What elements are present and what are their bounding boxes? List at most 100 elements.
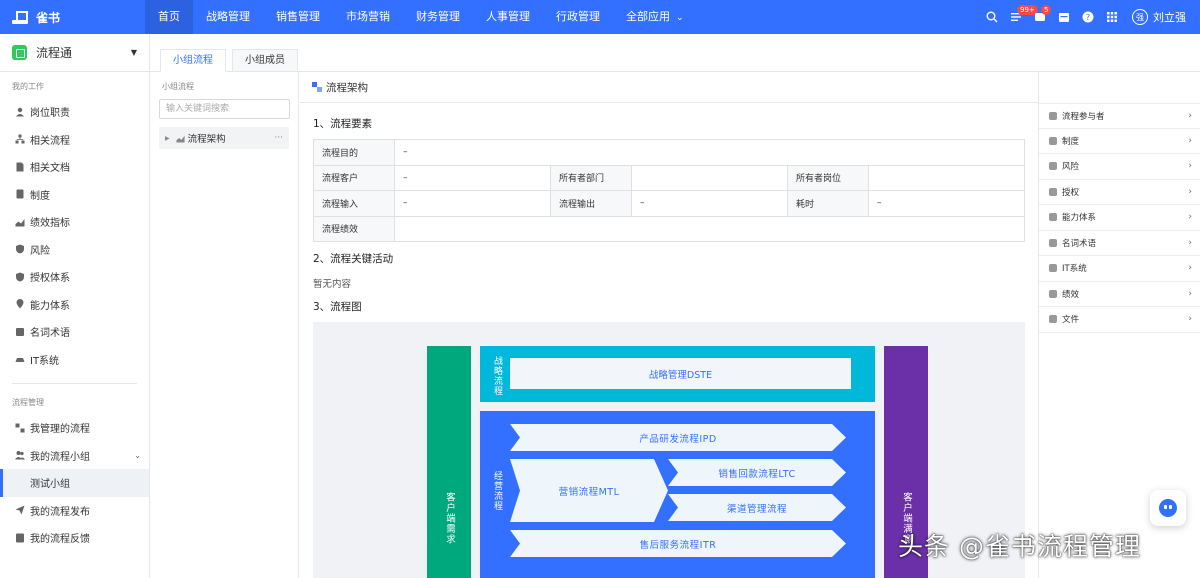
process-elements-table: 流程目的 – 流程客户 – 所有者部门 所有者岗位 流程输入 – 流程输出 – …	[313, 139, 1025, 242]
cell-value: –	[631, 190, 788, 217]
top-navbar: 雀书 首页 战略管理 销售管理 市场营销 财务管理 人事管理 行政管理 全部应用…	[0, 0, 1200, 34]
nav-finance[interactable]: 财务管理	[403, 0, 473, 34]
sidebar-item-label: 能力体系	[30, 300, 70, 312]
sidebar-item-risk[interactable]: 风险	[0, 236, 149, 264]
sidebar-item-my-process-release[interactable]: 我的流程发布	[0, 497, 149, 525]
strategy-dste-box[interactable]: 战略管理DSTE	[510, 358, 851, 389]
apps-grid-icon[interactable]	[1100, 0, 1124, 34]
todo-icon[interactable]: 99+	[1004, 0, 1038, 34]
sidebar-item-rules[interactable]: 制度	[0, 181, 149, 209]
sidebar-item-label: IT系统	[30, 355, 60, 367]
sidebar-item-related-process[interactable]: 相关流程	[0, 126, 149, 154]
calendar-icon[interactable]	[1052, 0, 1076, 34]
sidebar-item-job-duties[interactable]: 岗位职责	[0, 98, 149, 126]
shield-check-icon	[15, 272, 25, 282]
brand[interactable]: 雀书	[0, 0, 145, 34]
tab-bar: 小组流程 小组成员	[150, 34, 1200, 72]
panel-item-label: 授权	[1062, 187, 1080, 198]
keyword-search-input[interactable]	[159, 99, 290, 119]
panel-item-risk[interactable]: 风险 ›	[1039, 154, 1200, 180]
cell-label: 流程目的	[313, 139, 395, 166]
table-row: 流程输入 – 流程输出 – 耗时 –	[313, 190, 1025, 217]
sidebar-item-label: 岗位职责	[30, 108, 70, 120]
brand-logo-icon	[12, 10, 28, 24]
nav-sales[interactable]: 销售管理	[263, 0, 333, 34]
sidebar-item-label: 风险	[30, 245, 50, 257]
sidebar-item-my-managed-process[interactable]: 我管理的流程	[0, 414, 149, 442]
panel-item-label: 绩效	[1062, 289, 1080, 300]
cell-value	[868, 164, 1025, 191]
person-icon	[15, 107, 25, 117]
sidebar-item-label: 绩效指标	[30, 218, 70, 230]
ipd-process-arrow[interactable]: 产品研发流程IPD	[510, 424, 846, 451]
search-icon[interactable]	[980, 0, 1004, 34]
cell-label: 所有者岗位	[787, 164, 869, 191]
panel-item-files[interactable]: 文件 ›	[1039, 307, 1200, 333]
chevron-right-icon: ›	[1188, 263, 1192, 274]
send-icon	[15, 505, 25, 515]
sidebar-item-related-docs[interactable]: 相关文档	[0, 153, 149, 181]
panel-item-label: 流程参与者	[1062, 111, 1105, 122]
operations-process-label: 经营流程	[492, 471, 502, 511]
tab-group-process[interactable]: 小组流程	[160, 49, 226, 72]
nav-admin[interactable]: 行政管理	[543, 0, 613, 34]
panel-item-authorization[interactable]: 授权 ›	[1039, 180, 1200, 205]
panel-item-it-system[interactable]: IT系统 ›	[1039, 256, 1200, 282]
chevron-right-icon: ›	[1188, 135, 1192, 146]
sidebar-item-my-process-feedback[interactable]: 我的流程反馈	[0, 524, 149, 552]
assistant-bot-button[interactable]	[1150, 490, 1186, 526]
panel-item-glossary[interactable]: 名词术语 ›	[1039, 231, 1200, 256]
user-menu[interactable]: 强 刘立强	[1132, 9, 1186, 25]
help-icon[interactable]: ?	[1076, 0, 1100, 34]
panel-item-capability[interactable]: 能力体系 ›	[1039, 205, 1200, 231]
ltc-process-arrow[interactable]: 销售回款流程LTC	[668, 459, 846, 486]
server-icon	[1049, 264, 1057, 273]
message-icon[interactable]: 5	[1028, 0, 1052, 34]
mtl-process-arrow[interactable]: 营销流程MTL	[510, 459, 668, 522]
panel-item-performance[interactable]: 绩效 ›	[1039, 282, 1200, 307]
customer-demand-label: 客户端需求	[444, 492, 455, 545]
rules-icon	[15, 189, 25, 199]
customer-demand-column[interactable]: 客户端需求	[427, 346, 471, 578]
nav-all-apps[interactable]: 全部应用 ⌄	[613, 0, 697, 34]
sidebar-item-authorization[interactable]: 授权体系	[0, 263, 149, 291]
feedback-icon	[15, 533, 25, 543]
sidebar-item-capability[interactable]: 能力体系	[0, 291, 149, 319]
avatar: 强	[1132, 9, 1148, 25]
info-icon	[15, 327, 25, 337]
channel-process-arrow[interactable]: 渠道管理流程	[668, 494, 846, 521]
cloud-icon	[15, 354, 25, 364]
app-switcher[interactable]: 流程通 ▼	[0, 34, 149, 72]
bot-icon	[1159, 499, 1177, 517]
sidebar: 流程通 ▼ 我的工作 岗位职责 相关流程 相关文档 制度 绩效指标 风险 授权体…	[0, 34, 150, 578]
tab-group-members[interactable]: 小组成员	[232, 49, 298, 71]
expand-triangle-icon[interactable]: ▶	[165, 135, 170, 142]
chevron-right-icon: ›	[1188, 186, 1192, 197]
brand-name: 雀书	[36, 10, 61, 25]
section-key-activities: 2、流程关键活动	[313, 253, 394, 265]
itr-process-arrow[interactable]: 售后服务流程ITR	[510, 530, 846, 557]
sidebar-item-label: 名词术语	[30, 328, 70, 340]
tree-item-process-architecture[interactable]: ▶ 流程架构 ···	[159, 127, 289, 149]
shield-icon	[15, 244, 25, 254]
more-options-icon[interactable]: ···	[274, 133, 283, 143]
nav-hr[interactable]: 人事管理	[473, 0, 543, 34]
chevron-right-icon: ›	[1188, 288, 1192, 299]
sidebar-item-my-process-group[interactable]: 我的流程小组 ⌄	[0, 442, 149, 470]
group-panel-title: 小组流程	[162, 82, 194, 91]
sidebar-item-kpi[interactable]: 绩效指标	[0, 208, 149, 236]
panel-item-participants[interactable]: 流程参与者 ›	[1039, 103, 1200, 129]
sidebar-divider	[12, 383, 137, 384]
user-name: 刘立强	[1153, 11, 1186, 24]
nav-marketing[interactable]: 市场营销	[333, 0, 403, 34]
svg-text:?: ?	[1086, 13, 1090, 22]
strategy-process-label: 战略流程	[492, 356, 502, 396]
sidebar-item-test-group[interactable]: 测试小组	[0, 469, 149, 497]
architecture-icon	[176, 135, 185, 143]
panel-item-rules[interactable]: 制度 ›	[1039, 129, 1200, 154]
sidebar-item-glossary[interactable]: 名词术语	[0, 318, 149, 346]
sidebar-item-label: 相关文档	[30, 163, 70, 175]
sidebar-item-it-system[interactable]: IT系统	[0, 346, 149, 374]
nav-home[interactable]: 首页	[145, 0, 193, 34]
nav-strategy[interactable]: 战略管理	[193, 0, 263, 34]
